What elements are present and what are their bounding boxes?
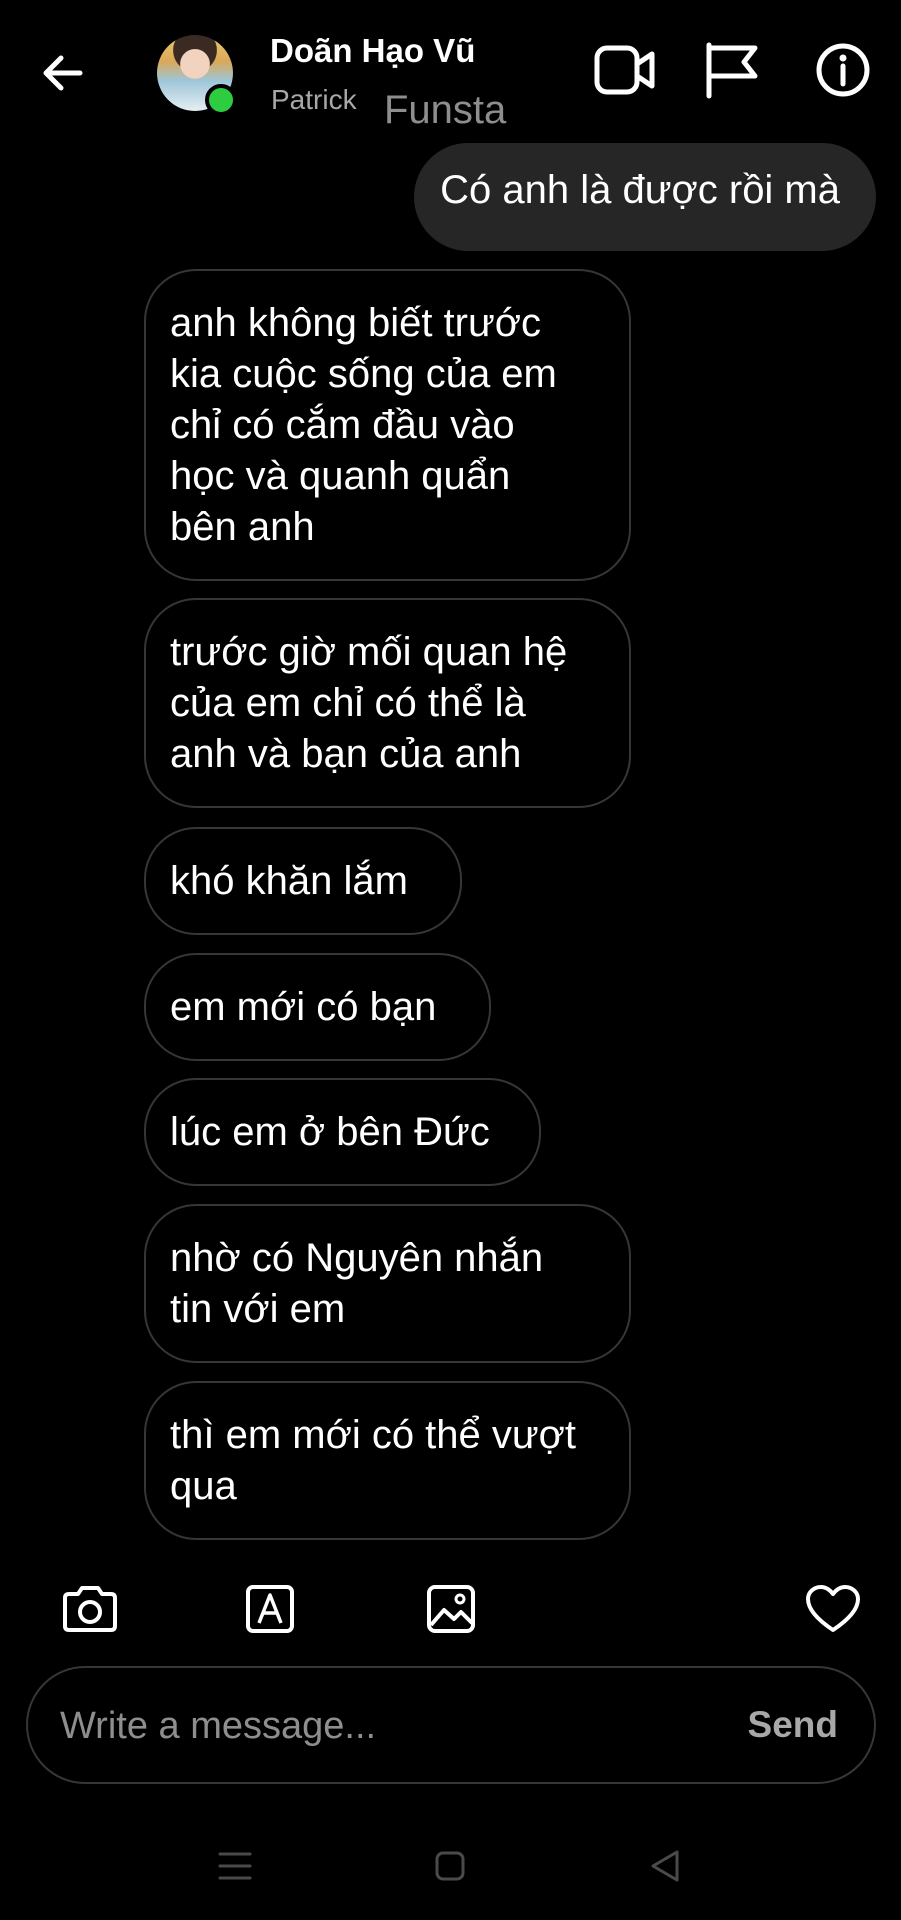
- received-message[interactable]: thì em mới có thể vượt qua: [144, 1381, 631, 1540]
- message-line: nhờ có Nguyên nhắn: [170, 1236, 544, 1280]
- text-style-icon: [246, 1585, 294, 1633]
- received-message[interactable]: trước giờ mối quan hệ của em chỉ có thể …: [144, 598, 631, 808]
- message-line: em mới có bạn: [170, 985, 437, 1029]
- received-message[interactable]: nhờ có Nguyên nhắn tin với em: [144, 1204, 631, 1363]
- send-button[interactable]: Send: [748, 1704, 838, 1746]
- message-line: qua: [170, 1464, 237, 1508]
- online-status-dot: [205, 84, 237, 116]
- report-flag-button[interactable]: [699, 37, 765, 103]
- text-style-button[interactable]: [237, 1576, 303, 1642]
- gallery-icon: [427, 1585, 475, 1633]
- message-line: anh không biết trước: [170, 301, 541, 345]
- video-camera-icon: [594, 45, 655, 95]
- back-button[interactable]: [30, 40, 96, 106]
- received-message[interactable]: em mới có bạn: [144, 953, 491, 1061]
- menu-icon: [218, 1852, 252, 1880]
- received-message[interactable]: khó khăn lắm: [144, 827, 462, 935]
- back-arrow-icon: [43, 55, 83, 91]
- back-triangle-icon: [651, 1850, 679, 1882]
- recents-button[interactable]: [200, 1836, 270, 1896]
- received-message[interactable]: anh không biết trước kia cuộc sống của e…: [144, 269, 631, 581]
- message-composer: Send: [26, 1666, 876, 1784]
- home-button[interactable]: [415, 1836, 485, 1896]
- received-message[interactable]: lúc em ở bên Đức: [144, 1078, 541, 1186]
- flag-icon: [706, 42, 758, 99]
- message-line: lúc em ở bên Đức: [170, 1110, 490, 1154]
- message-input[interactable]: [58, 1694, 722, 1758]
- info-icon: [816, 43, 870, 97]
- system-back-button[interactable]: [630, 1836, 700, 1896]
- message-line: bên anh: [170, 505, 315, 549]
- camera-icon: [63, 1586, 117, 1632]
- contact-username: Patrick: [271, 84, 357, 115]
- message-line: khó khăn lắm: [170, 859, 408, 903]
- message-line: chỉ có cắm đầu vào: [170, 403, 515, 447]
- chat-header: Doãn Hạo Vũ Patrick Funsta: [0, 0, 901, 140]
- sent-message[interactable]: Có anh là được rồi mà: [414, 143, 876, 251]
- gallery-button[interactable]: [418, 1576, 484, 1642]
- message-line: trước giờ mối quan hệ: [170, 630, 568, 674]
- info-button[interactable]: [810, 37, 876, 103]
- message-line: thì em mới có thể vượt: [170, 1413, 577, 1457]
- message-line: tin với em: [170, 1287, 346, 1331]
- app-watermark: Funsta: [384, 88, 507, 132]
- camera-button[interactable]: [57, 1576, 123, 1642]
- home-icon: [435, 1851, 465, 1881]
- video-call-button[interactable]: [592, 37, 658, 103]
- message-line: kia cuộc sống của em: [170, 352, 557, 396]
- message-line: anh và bạn của anh: [170, 732, 522, 776]
- message-line: của em chỉ có thể là: [170, 681, 526, 725]
- contact-name[interactable]: Doãn Hạo Vũ: [270, 32, 475, 70]
- like-button[interactable]: [800, 1576, 866, 1642]
- message-line: học và quanh quẩn: [170, 454, 511, 498]
- heart-icon: [806, 1585, 860, 1632]
